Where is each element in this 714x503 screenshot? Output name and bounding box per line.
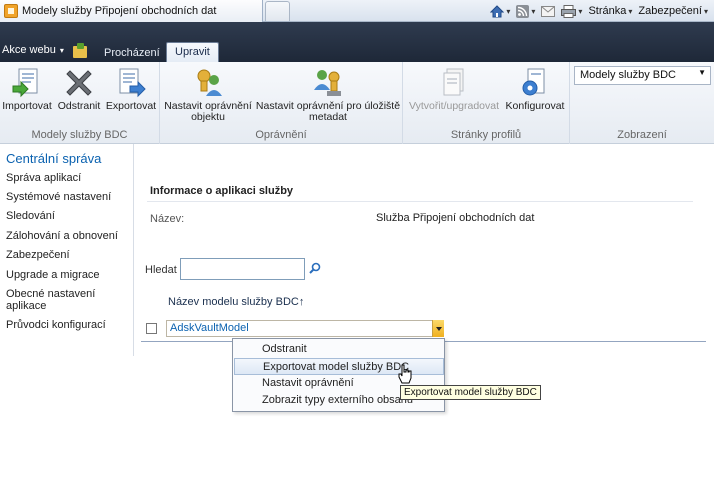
tab-browse[interactable]: Procházení [96, 44, 168, 64]
site-actions-label: Akce webu [2, 44, 56, 56]
home-icon [490, 4, 505, 17]
export-icon [119, 68, 146, 98]
new-tab-button[interactable] [265, 1, 290, 21]
nav-monitoring[interactable]: Sledování [6, 210, 130, 222]
chevron-down-icon: ▾ [628, 6, 633, 16]
mail-icon [541, 5, 556, 17]
name-value: Služba Připojení obchodních dat [376, 212, 535, 224]
create-upgrade-label: Vytvořit/upgradovat [408, 100, 500, 112]
create-upgrade-icon [443, 68, 464, 96]
nav-backup-restore[interactable]: Zálohování a obnovení [6, 230, 130, 242]
group-label-profile-pages: Stránky profilů [450, 129, 522, 141]
security-menu[interactable]: Zabezpečení ▾ [638, 5, 708, 17]
configure-label: Konfigurovat [505, 100, 565, 112]
left-navigation: Centrální správa Správa aplikací Systémo… [0, 144, 134, 356]
mail-button[interactable] [541, 5, 556, 17]
model-name-link[interactable]: AdskVaultModel [170, 322, 249, 334]
browser-tab[interactable]: Modely služby Připojení obchodních dat [0, 0, 263, 22]
search-icon[interactable] [309, 262, 321, 274]
tab-edit[interactable]: Upravit [166, 42, 219, 62]
page-menu[interactable]: Stránka ▾ [588, 5, 632, 17]
print-button[interactable]: ▾ [561, 4, 583, 18]
nav-upgrade-migration[interactable]: Upgrade a migrace [6, 269, 130, 281]
nav-system-settings[interactable]: Systémové nastavení [6, 191, 130, 203]
row-menu-dropdown[interactable] [432, 320, 444, 337]
nav-general-settings[interactable]: Obecné nastavení aplikace [6, 288, 116, 312]
object-permissions-icon [197, 69, 222, 96]
set-object-permissions-button[interactable]: Nastavit oprávnění objektu [164, 66, 252, 123]
site-actions-menu[interactable]: Akce webu ▾ [2, 44, 64, 56]
set-object-permissions-label-line2: objektu [191, 111, 225, 123]
section-title: Informace o aplikaci služby [150, 185, 294, 197]
nav-security[interactable]: Zabezpečení [6, 249, 130, 261]
chevron-down-icon: ▾ [59, 45, 64, 55]
delete-button[interactable]: Odstranit [55, 66, 103, 112]
group-label-permissions: Oprávnění [255, 129, 307, 141]
tooltip: Exportovat model služby BDC [400, 385, 541, 400]
view-select-value: Modely služby BDC [580, 69, 676, 81]
set-metadata-permissions-button[interactable]: Nastavit oprávnění pro úložiště metadat [255, 66, 401, 123]
search-input[interactable] [180, 258, 305, 280]
group-bdc-models: Importovat Odstranit Exportovat Modely s… [0, 62, 160, 144]
import-icon [12, 68, 38, 98]
configure-button[interactable]: Konfigurovat [503, 66, 567, 112]
group-label-bdc-models: Modely služby BDC [31, 129, 128, 141]
chevron-down-icon: ▾ [578, 6, 583, 16]
column-header-model-name[interactable]: Název modelu služby BDC↑ [168, 296, 304, 308]
export-label: Exportovat [105, 100, 157, 112]
chevron-down-icon: ▾ [506, 6, 511, 16]
set-metadata-permissions-label-line2: metadat [309, 111, 347, 123]
context-menu: Odstranit Exportovat model služby BDC Na… [232, 338, 445, 412]
import-button[interactable]: Importovat [2, 66, 52, 112]
delete-icon [66, 70, 92, 96]
search-label: Hledat [145, 264, 177, 276]
view-select[interactable]: Modely služby BDC ▼ [574, 66, 711, 85]
ribbon-body: Importovat Odstranit Exportovat Modely s… [0, 62, 714, 144]
nav-configuration-wizards[interactable]: Průvodci konfigurací [6, 319, 130, 331]
divider [147, 201, 693, 202]
metadata-permissions-icon [314, 70, 341, 96]
nav-application-management[interactable]: Správa aplikací [6, 172, 130, 184]
import-label: Importovat [2, 100, 52, 112]
security-menu-label: Zabezpečení [638, 5, 702, 17]
feeds-button[interactable]: ▾ [516, 4, 536, 18]
sharepoint-window: Modely služby Připojení obchodních dat ▾… [0, 0, 714, 503]
row-checkbox[interactable] [146, 323, 157, 334]
sharepoint-icon [4, 4, 18, 18]
home-button[interactable]: ▾ [490, 4, 511, 18]
chevron-down-icon: ▾ [703, 6, 708, 16]
rss-icon [516, 4, 530, 18]
group-label-view: Zobrazení [617, 129, 667, 141]
command-bar: ▾ ▾ ▾ Stránka ▾ Zabezpečení ▾ [490, 0, 714, 22]
name-label: Název: [150, 213, 185, 225]
page-menu-label: Stránka [588, 5, 627, 17]
delete-label: Odstranit [57, 100, 101, 112]
group-permissions: Nastavit oprávnění objektu Nastavit oprá… [160, 62, 403, 144]
central-admin-link[interactable]: Centrální správa [6, 151, 101, 166]
print-icon [561, 4, 577, 18]
navigate-up-icon[interactable] [73, 43, 87, 58]
tab-title: Modely služby Připojení obchodních dat [22, 5, 217, 17]
chevron-down-icon: ▾ [531, 6, 536, 16]
chevron-down-icon: ▼ [698, 68, 706, 77]
create-upgrade-button[interactable]: Vytvořit/upgradovat [407, 66, 501, 112]
menu-item-delete[interactable]: Odstranit [234, 341, 444, 358]
browser-tabbar: Modely služby Připojení obchodních dat ▾… [0, 0, 714, 22]
hand-cursor-icon [398, 364, 412, 384]
group-profile-pages: Vytvořit/upgradovat Konfigurovat Stránky… [403, 62, 570, 144]
configure-icon [522, 68, 545, 96]
export-button[interactable]: Exportovat [104, 66, 158, 112]
